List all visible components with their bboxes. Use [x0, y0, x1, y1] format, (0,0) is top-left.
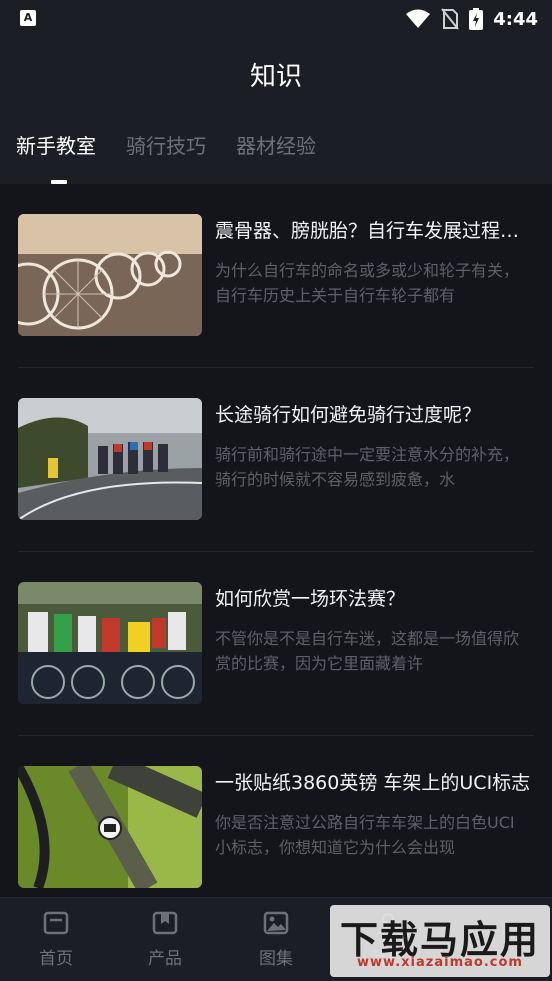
article-thumbnail	[18, 766, 202, 888]
nav-products[interactable]: 产品	[135, 910, 195, 969]
nav-products-label: 产品	[148, 949, 182, 969]
watermark-url: www.xiazaimao.com	[357, 955, 523, 970]
article-item[interactable]: 如何欣赏一场环法赛？ 不管你是不是自行车迷，这都是一场值得欣赏的比赛，因为它里面…	[0, 552, 552, 736]
article-thumbnail	[18, 214, 202, 336]
nav-home-label: 首页	[39, 949, 73, 969]
battery-charging-icon	[469, 8, 484, 30]
article-summary: 为什么自行车的命名或多或少和轮子有关，自行车历史上关于自行车轮子都有	[215, 261, 520, 305]
no-sim-icon	[441, 8, 459, 30]
status-icons: 4:44	[405, 8, 538, 30]
article-summary: 你是否注意过公路自行车车架上的白色UCI 小标志，你想知道它为什么会出现	[215, 813, 515, 857]
tab-bar: 新手教室 骑行技巧 器材经验	[16, 130, 316, 159]
status-bar: A 4:44	[0, 0, 552, 40]
article-title: 长途骑行如何避免骑行过度呢？	[215, 404, 482, 426]
nav-gallery-label: 图集	[259, 949, 293, 969]
tab-equipment[interactable]: 器材经验	[236, 130, 316, 159]
image-icon	[263, 911, 289, 935]
status-time: 4:44	[493, 8, 538, 30]
article-item[interactable]: 震骨器、膀胱胎？自行车发展过程中的那些轮子 为什么自行车的命名或多或少和轮子有关…	[0, 184, 552, 368]
bookmark-box-icon	[152, 911, 178, 935]
tab-beginner[interactable]: 新手教室	[16, 130, 96, 159]
app-badge-icon: A	[20, 10, 36, 26]
nav-home[interactable]: 首页	[26, 910, 86, 969]
nav-gallery[interactable]: 图集	[246, 910, 306, 969]
watermark: 下载马应用 www.xiazaimao.com	[330, 905, 550, 977]
article-item[interactable]: 一张贴纸3860英镑 车架上的UCI标志 你是否注意过公路自行车车架上的白色UC…	[0, 736, 552, 920]
article-summary: 不管你是不是自行车迷，这都是一场值得欣赏的比赛，因为它里面藏着许	[215, 629, 520, 673]
article-thumbnail	[18, 398, 202, 520]
wifi-icon	[406, 9, 431, 28]
article-list: 震骨器、膀胱胎？自行车发展过程中的那些轮子 为什么自行车的命名或多或少和轮子有关…	[0, 184, 552, 920]
article-title: 震骨器、膀胱胎？自行车发展过程中的那些轮子	[215, 220, 535, 242]
page-title: 知识	[249, 62, 302, 92]
article-title: 一张贴纸3860英镑 车架上的UCI标志	[215, 772, 531, 794]
article-summary: 骑行前和骑行途中一定要注意水分的补充，骑行的时候就不容易感到疲惫，水	[215, 445, 520, 489]
home-icon	[43, 911, 69, 935]
article-title: 如何欣赏一场环法赛？	[215, 588, 406, 610]
article-item[interactable]: 长途骑行如何避免骑行过度呢？ 骑行前和骑行途中一定要注意水分的补充，骑行的时候就…	[0, 368, 552, 552]
article-thumbnail	[18, 582, 202, 704]
tab-riding-skills[interactable]: 骑行技巧	[126, 130, 206, 159]
